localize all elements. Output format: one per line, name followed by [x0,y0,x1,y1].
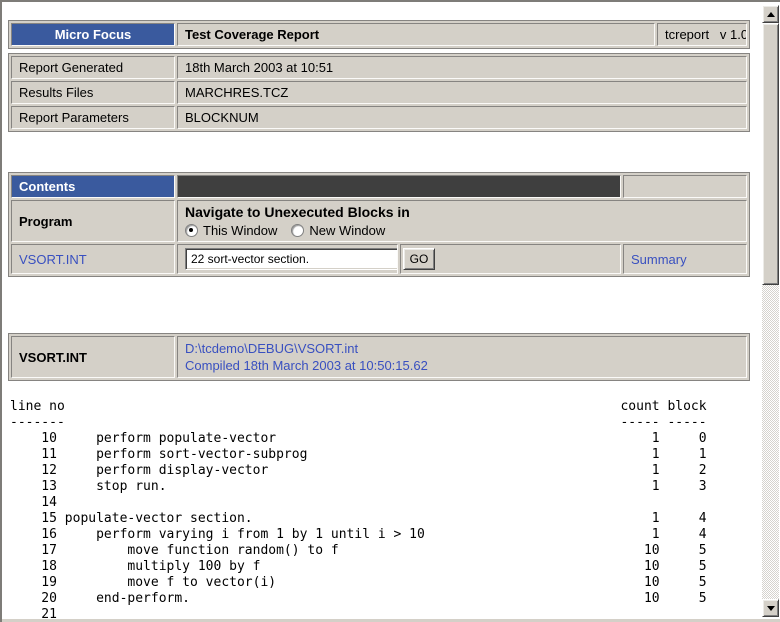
table-row: Results Files MARCHRES.TCZ [11,81,747,104]
contents-header: Contents [11,175,175,198]
info-value: 18th March 2003 at 10:51 [177,56,747,79]
program-header-table: VSORT.INT D:\tcdemo\DEBUG\VSORT.int Comp… [8,333,750,381]
program-link[interactable]: VSORT.INT [19,252,87,267]
table-row: Contents [11,175,747,198]
radio-option[interactable]: New Window [291,223,385,238]
window-target-radios: This Window New Window [185,223,739,238]
program-column-header: Program [11,200,175,242]
radio-icon[interactable] [291,224,304,237]
block-select[interactable]: 22 sort-vector section. [185,248,398,270]
contents-header-spacer [623,175,747,198]
nav-label: Navigate to Unexecuted Blocks in [185,204,739,220]
code-listing: line no count block ------- ----- ----- … [10,399,780,622]
program-file-cell: D:\tcdemo\DEBUG\VSORT.int Compiled 18th … [177,336,747,378]
version-label: tcreport v 1.0.0002 [657,23,747,46]
scroll-down-icon[interactable] [762,599,779,617]
report-content: Micro Focus Test Coverage Report tcrepor… [2,2,780,622]
program-link-cell: VSORT.INT [11,244,175,274]
info-value: MARCHRES.TCZ [177,81,747,104]
scrollbar-thumb[interactable] [762,23,779,285]
table-row: Program Navigate to Unexecuted Blocks in… [11,200,747,242]
micro-focus-logo: Micro Focus [11,23,175,46]
table-row: VSORT.INT D:\tcdemo\DEBUG\VSORT.int Comp… [11,336,747,378]
table-row: Micro Focus Test Coverage Report tcrepor… [11,23,747,46]
radio-label: This Window [203,223,277,238]
go-cell: GO [400,244,621,274]
summary-link[interactable]: Summary [631,252,687,267]
scroll-up-icon[interactable] [762,5,779,23]
contents-header-bar [177,175,621,198]
nav-cell: Navigate to Unexecuted Blocks in This Wi… [177,200,747,242]
table-row: Report Parameters BLOCKNUM [11,106,747,129]
window-bottom-edge [2,618,780,622]
info-value: BLOCKNUM [177,106,747,129]
info-label: Report Parameters [11,106,175,129]
report-header-table: Micro Focus Test Coverage Report tcrepor… [8,20,750,49]
compiled-timestamp: Compiled 18th March 2003 at 10:50:15.62 [185,357,739,374]
block-select-cell: 22 sort-vector section. [177,244,398,274]
radio-label: New Window [309,223,385,238]
table-row: VSORT.INT 22 sort-vector section. GO Sum… [11,244,747,274]
summary-cell: Summary [623,244,747,274]
info-label: Report Generated [11,56,175,79]
radio-option[interactable]: This Window [185,223,277,238]
go-button[interactable]: GO [403,248,435,270]
report-window: Micro Focus Test Coverage Report tcrepor… [0,0,780,622]
page-title: Test Coverage Report [177,23,655,46]
program-name: VSORT.INT [11,336,175,378]
program-path-link[interactable]: D:\tcdemo\DEBUG\VSORT.int [185,341,358,356]
info-label: Results Files [11,81,175,104]
radio-icon[interactable] [185,224,198,237]
table-row: Report Generated 18th March 2003 at 10:5… [11,56,747,79]
vertical-scrollbar[interactable] [762,5,779,617]
contents-table: Contents Program Navigate to Unexecuted … [8,172,750,277]
report-info-table: Report Generated 18th March 2003 at 10:5… [8,53,750,132]
block-select-value: 22 sort-vector section. [186,252,309,266]
